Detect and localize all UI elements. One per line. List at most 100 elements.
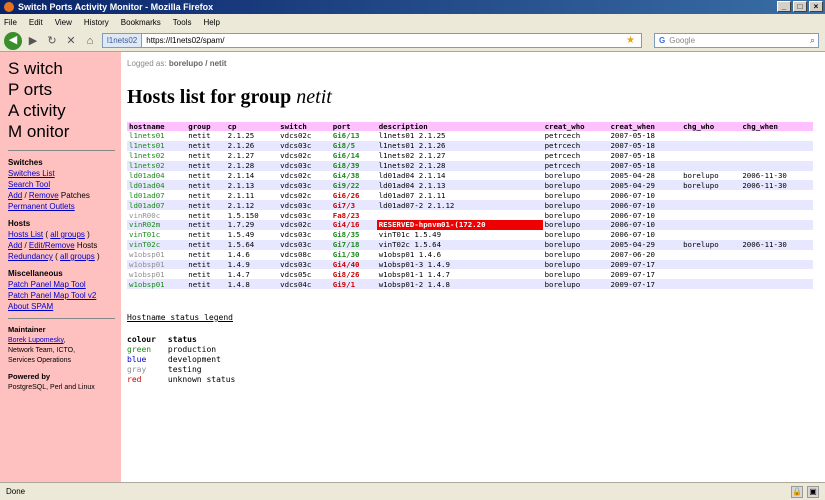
bookmark-star-icon[interactable]: ★ xyxy=(626,35,635,46)
site-identity[interactable]: l1nets02 xyxy=(103,34,143,47)
add-hosts-link[interactable]: Add xyxy=(8,241,22,250)
url-bar[interactable]: l1nets02 https://l1nets02/spam/ ★ xyxy=(102,33,642,48)
url-text[interactable]: https://l1nets02/spam/ xyxy=(142,36,224,45)
cell-description: ld01ad07-2 2.1.12 xyxy=(376,200,543,211)
cell-group: netit xyxy=(186,229,226,240)
table-row: l1nets02 netit 2.1.27 vdcs02c Gi6/14 l1nets02… xyxy=(127,150,813,161)
cell-port: Gi4/38 xyxy=(330,170,377,181)
hosts-list-link[interactable]: Hosts List xyxy=(8,230,43,239)
cell-chg-who xyxy=(681,220,741,230)
search-icon[interactable]: ⌕ xyxy=(810,35,815,46)
cell-description xyxy=(376,210,543,221)
back-arrow-icon[interactable]: ◀ xyxy=(4,31,22,50)
minimize-button[interactable]: _ xyxy=(777,1,791,12)
table-row: ld01ad07 netit 2.1.12 vdcs03c Gi7/3 ld01ad07-… xyxy=(127,200,813,211)
cell-hostname[interactable]: l1nets02 xyxy=(127,160,187,171)
column-header-cp[interactable]: cp xyxy=(225,122,279,131)
cell-port: Gi8/35 xyxy=(330,229,377,240)
logged-label: Logged as: xyxy=(127,59,169,68)
home-icon[interactable]: ⌂ xyxy=(82,33,98,49)
column-header-creat-when[interactable]: creat_when xyxy=(608,122,682,131)
permanent-outlets-link[interactable]: Permanent Outlets xyxy=(8,202,75,211)
maintainer-link[interactable]: Borek Lupomesky xyxy=(8,337,64,344)
table-row: w1obsp01 netit 1.4.6 vdcs08c Gi1/30 w1obsp01 … xyxy=(127,249,813,260)
column-header-group[interactable]: group xyxy=(186,122,226,131)
switches-list-link[interactable]: Switches List xyxy=(8,169,55,178)
hosts-table: hostname group cp switch port description crea… xyxy=(127,122,813,290)
legend-colour: red xyxy=(127,374,142,384)
cell-switch: vdcs03c xyxy=(278,210,331,221)
menu-file[interactable]: File xyxy=(4,18,17,27)
cell-hostname[interactable]: ld01ad07 xyxy=(127,200,187,211)
cell-hostname[interactable]: vinT01c xyxy=(127,229,187,240)
divider xyxy=(8,150,115,151)
cell-hostname[interactable]: l1nets01 xyxy=(127,140,187,151)
cell-cp: 1.7.29 xyxy=(225,220,279,230)
patch-panel-map-tool-v2-link[interactable]: Patch Panel Map Tool v2 xyxy=(8,291,96,300)
menu-view[interactable]: View xyxy=(55,18,72,27)
cell-hostname[interactable]: vinT02c xyxy=(127,239,187,250)
cell-hostname[interactable]: vinR02m xyxy=(127,220,187,230)
cell-creat-who: borelupo xyxy=(542,210,609,221)
reload-icon[interactable]: ↻ xyxy=(44,33,60,49)
menu-help[interactable]: Help xyxy=(203,18,219,27)
stop-icon[interactable]: ✕ xyxy=(63,33,79,49)
cell-creat-when: 2009-07-17 xyxy=(608,279,682,290)
cell-chg-when: 2006-11-30 xyxy=(740,180,813,191)
column-header-switch[interactable]: switch xyxy=(278,122,331,131)
cell-cp: 2.1.25 xyxy=(225,131,279,141)
search-tool-link[interactable]: Search Tool xyxy=(8,180,50,189)
cell-chg-when xyxy=(740,249,813,260)
legend-status: development xyxy=(167,354,221,364)
remove-patches-link[interactable]: Remove xyxy=(29,191,59,200)
patch-panel-map-tool-link[interactable]: Patch Panel Map Tool xyxy=(8,280,86,289)
maximize-button[interactable]: □ xyxy=(793,1,807,12)
addon-icon[interactable]: ▣ xyxy=(807,485,819,498)
cell-hostname[interactable]: w1obsp01 xyxy=(127,259,187,270)
search-input[interactable]: G Google ⌕ xyxy=(654,33,819,48)
column-header-chg-who[interactable]: chg_who xyxy=(681,122,741,131)
cell-hostname[interactable]: ld01ad07 xyxy=(127,190,187,201)
cell-creat-when: 2006-07-10 xyxy=(608,210,682,221)
cell-cp: 1.4.8 xyxy=(225,279,279,290)
add-patches-link[interactable]: Add xyxy=(8,191,22,200)
cell-hostname[interactable]: w1obsp01 xyxy=(127,269,187,280)
menu-bookmarks[interactable]: Bookmarks xyxy=(121,18,161,27)
close-button[interactable]: × xyxy=(809,1,823,12)
legend-row: gray testing xyxy=(127,364,247,374)
cell-creat-who: borelupo xyxy=(542,279,609,290)
column-header-creat-who[interactable]: creat_who xyxy=(542,122,609,131)
menu-edit[interactable]: Edit xyxy=(29,18,43,27)
status-bar: Done 🔒 ▣ xyxy=(0,482,825,500)
patches-text: Patches xyxy=(58,191,90,200)
cell-hostname[interactable]: vinR00c xyxy=(127,210,187,221)
edit-remove-hosts-link[interactable]: Edit/Remove xyxy=(29,241,75,250)
cell-creat-who: borelupo xyxy=(542,200,609,211)
cell-switch: vdcs03c xyxy=(278,239,331,250)
table-row: ld01ad04 netit 2.1.14 vdcs02c Gi4/38 ld01ad04… xyxy=(127,170,813,181)
redundancy-all-groups-link[interactable]: all groups xyxy=(60,252,95,261)
cell-hostname[interactable]: l1nets01 xyxy=(127,131,187,141)
menu-bar: File Edit View History Bookmarks Tools Help xyxy=(0,14,825,30)
cell-chg-who xyxy=(681,200,741,211)
menu-history[interactable]: History xyxy=(84,18,109,27)
cell-hostname[interactable]: l1nets02 xyxy=(127,150,187,161)
redundancy-link[interactable]: Redundancy xyxy=(8,252,53,261)
column-header-chg-when[interactable]: chg_when xyxy=(740,122,813,131)
google-icon[interactable]: G xyxy=(659,36,665,45)
menu-tools[interactable]: Tools xyxy=(173,18,192,27)
column-header-description[interactable]: description xyxy=(376,122,543,131)
column-header-hostname[interactable]: hostname xyxy=(127,122,187,131)
cell-hostname[interactable]: w1obsp01 xyxy=(127,249,187,260)
cell-chg-when xyxy=(740,200,813,211)
column-header-port[interactable]: port xyxy=(330,122,377,131)
cell-creat-when: 2007-05-18 xyxy=(608,160,682,171)
hosts-all-groups-link[interactable]: all groups xyxy=(50,230,85,239)
cell-hostname[interactable]: ld01ad04 xyxy=(127,170,187,181)
cell-hostname[interactable]: ld01ad04 xyxy=(127,180,187,191)
cell-hostname[interactable]: w1obsp01 xyxy=(127,279,187,290)
cell-creat-who: borelupo xyxy=(542,229,609,240)
about-spam-link[interactable]: About SPAM xyxy=(8,302,53,311)
lock-icon[interactable]: 🔒 xyxy=(791,485,803,498)
forward-arrow-icon[interactable]: ▶ xyxy=(25,33,41,49)
